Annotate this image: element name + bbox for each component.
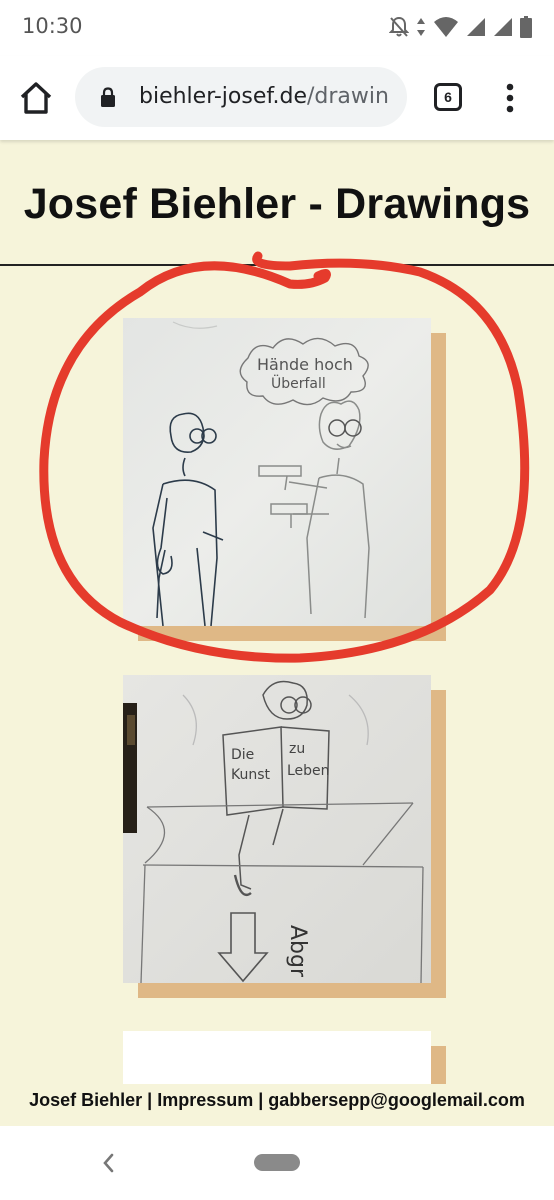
drawing-card[interactable]: Die Kunst zu Leben Abgr [123, 675, 446, 998]
speech-line-1: Hände hoch [257, 355, 353, 374]
sign-text: Abgr [285, 925, 310, 978]
tab-count: 6 [444, 89, 452, 105]
status-time: 10:30 [22, 14, 83, 38]
system-nav-bar [0, 1126, 554, 1200]
back-icon[interactable] [98, 1148, 118, 1178]
book-right-line-2: Leben [287, 763, 330, 779]
speech-line-2: Überfall [271, 374, 326, 392]
wifi-icon [434, 17, 458, 37]
home-pill-icon[interactable] [254, 1154, 300, 1171]
book-left-line-1: Die [231, 747, 254, 763]
lock-icon [101, 87, 115, 107]
url-domain: biehler-josef.de [139, 84, 307, 109]
battery-icon [520, 16, 532, 38]
title-divider [0, 264, 554, 266]
status-bar: 10:30 [0, 0, 554, 56]
page-title: Josef Biehler - Drawings [23, 180, 531, 228]
book-left-line-2: Kunst [231, 767, 271, 783]
drawing-image[interactable]: Die Kunst zu Leben Abgr [123, 675, 431, 983]
signal-icon [494, 18, 512, 36]
browser-toolbar: biehler-josef.de/drawin 6 [0, 56, 554, 140]
drawing-image[interactable]: Hände hoch Überfall [123, 318, 431, 626]
sketch-robbery: Hände hoch Überfall [123, 318, 431, 626]
home-icon[interactable] [18, 80, 54, 116]
menu-icon[interactable] [500, 81, 520, 115]
page-footer[interactable]: Josef Biehler | Impressum | gabbersepp@g… [0, 1084, 554, 1126]
web-page: Josef Biehler - Drawings Hände hoch Über… [0, 140, 554, 1126]
data-arrows-icon [417, 18, 425, 36]
book-right-line-1: zu [289, 741, 305, 757]
tabs-icon[interactable]: 6 [434, 83, 462, 111]
address-bar[interactable]: biehler-josef.de/drawin [75, 67, 407, 127]
url-path: /drawin [307, 84, 389, 109]
status-icons [389, 14, 532, 40]
notifications-off-icon [389, 16, 409, 37]
url-text: biehler-josef.de/drawin [139, 84, 389, 109]
signal-icon [467, 18, 485, 36]
sketch-reader: Die Kunst zu Leben Abgr [123, 675, 431, 983]
drawing-card[interactable]: Hände hoch Überfall [123, 318, 446, 641]
